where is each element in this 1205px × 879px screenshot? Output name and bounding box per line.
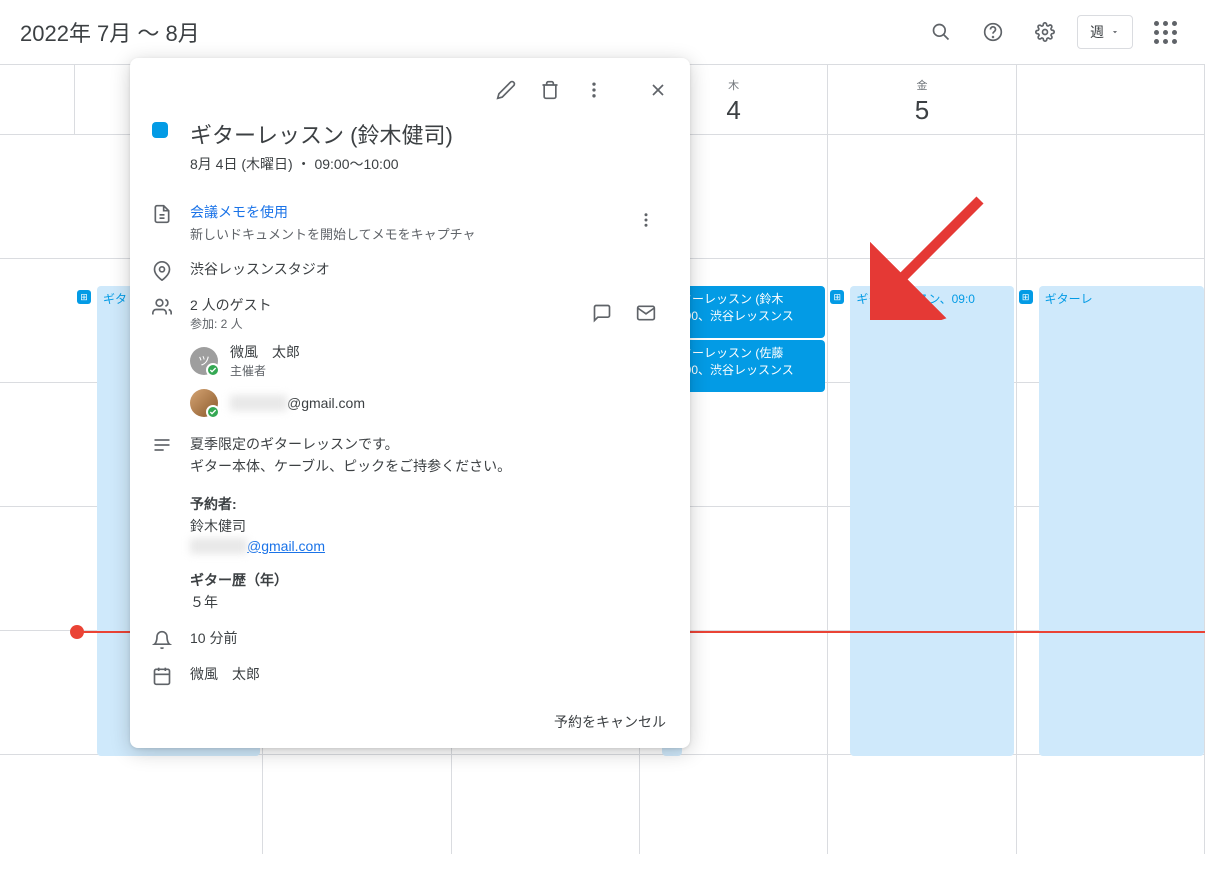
edit-icon[interactable] bbox=[486, 70, 526, 110]
event-block[interactable]: ギターレッスン、09:0 bbox=[850, 286, 1013, 756]
delete-icon[interactable] bbox=[530, 70, 570, 110]
document-icon bbox=[150, 202, 174, 226]
avatar: ツ bbox=[190, 347, 218, 375]
day-column[interactable]: ⊞ ギターレ bbox=[1017, 134, 1205, 854]
booker-name: 鈴木健司 bbox=[190, 516, 666, 536]
view-label: 週 bbox=[1090, 22, 1104, 42]
description-icon bbox=[150, 433, 174, 457]
check-badge-icon bbox=[206, 363, 220, 377]
appointment-icon: ⊞ bbox=[77, 290, 91, 304]
day-header bbox=[1017, 65, 1205, 134]
gear-icon[interactable] bbox=[1025, 12, 1065, 52]
search-icon[interactable] bbox=[921, 12, 961, 52]
apps-icon[interactable] bbox=[1145, 12, 1185, 52]
guest-item: ツ 微風 太郎 主催者 bbox=[190, 342, 666, 379]
experience-label: ギター歴（年） bbox=[190, 570, 666, 590]
guest-role: 主催者 bbox=[230, 362, 300, 379]
header: 2022年 7月 〜 8月 週 bbox=[0, 0, 1205, 64]
calendar-icon bbox=[150, 664, 174, 688]
event-datetime: 8月 4日 (木曜日) ・ 09:00〜10:00 bbox=[190, 154, 666, 174]
event-title: ギターレッスン (鈴木健司) bbox=[190, 118, 666, 150]
event-block[interactable]: ギターレ bbox=[1039, 286, 1204, 756]
meeting-notes-link[interactable]: 会議メモを使用 bbox=[190, 202, 666, 222]
cancel-booking-link[interactable]: 予約をキャンセル bbox=[130, 700, 690, 740]
popup-actions bbox=[130, 58, 690, 110]
event-detail-popup: ギターレッスン (鈴木健司) 8月 4日 (木曜日) ・ 09:00〜10:00… bbox=[130, 58, 690, 748]
day-header-fri[interactable]: 金5 bbox=[828, 65, 1016, 134]
guest-name: 微風 太郎 bbox=[230, 342, 300, 362]
booker-label: 予約者: bbox=[190, 494, 666, 514]
guests-icon bbox=[150, 295, 174, 319]
experience-value: ５年 bbox=[190, 592, 666, 612]
bell-icon bbox=[150, 628, 174, 652]
appointment-icon: ⊞ bbox=[830, 290, 844, 304]
close-icon[interactable] bbox=[638, 70, 678, 110]
booker-email: xxxxxxx@gmail.com bbox=[190, 538, 666, 554]
date-range-title: 2022年 7月 〜 8月 bbox=[20, 16, 921, 48]
event-description: 夏季限定のギターレッスンです。 ギター本体、ケーブル、ピックをご持参ください。 bbox=[190, 433, 666, 478]
event-location: 渋谷レッスンスタジオ bbox=[190, 259, 666, 279]
guest-email: xxxxxxx@gmail.com bbox=[230, 395, 365, 411]
meeting-notes-sub: 新しいドキュメントを開始してメモをキャプチャ bbox=[190, 224, 666, 243]
view-dropdown[interactable]: 週 bbox=[1077, 15, 1133, 49]
annotation-arrow bbox=[870, 190, 990, 320]
chevron-down-icon bbox=[1110, 27, 1120, 37]
help-icon[interactable] bbox=[973, 12, 1013, 52]
email-icon[interactable] bbox=[626, 293, 666, 333]
appointment-icon: ⊞ bbox=[1019, 290, 1033, 304]
check-badge-icon bbox=[206, 405, 220, 419]
location-icon bbox=[150, 259, 174, 283]
more-icon[interactable] bbox=[574, 70, 614, 110]
chat-icon[interactable] bbox=[582, 293, 622, 333]
more-icon[interactable] bbox=[626, 200, 666, 240]
avatar bbox=[190, 389, 218, 417]
header-actions: 週 bbox=[921, 12, 1185, 52]
calendar-color-chip bbox=[152, 122, 168, 138]
reminder-text: 10 分前 bbox=[190, 628, 666, 648]
calendar-owner: 微風 太郎 bbox=[190, 664, 666, 684]
guest-item: xxxxxxx@gmail.com bbox=[190, 389, 666, 417]
